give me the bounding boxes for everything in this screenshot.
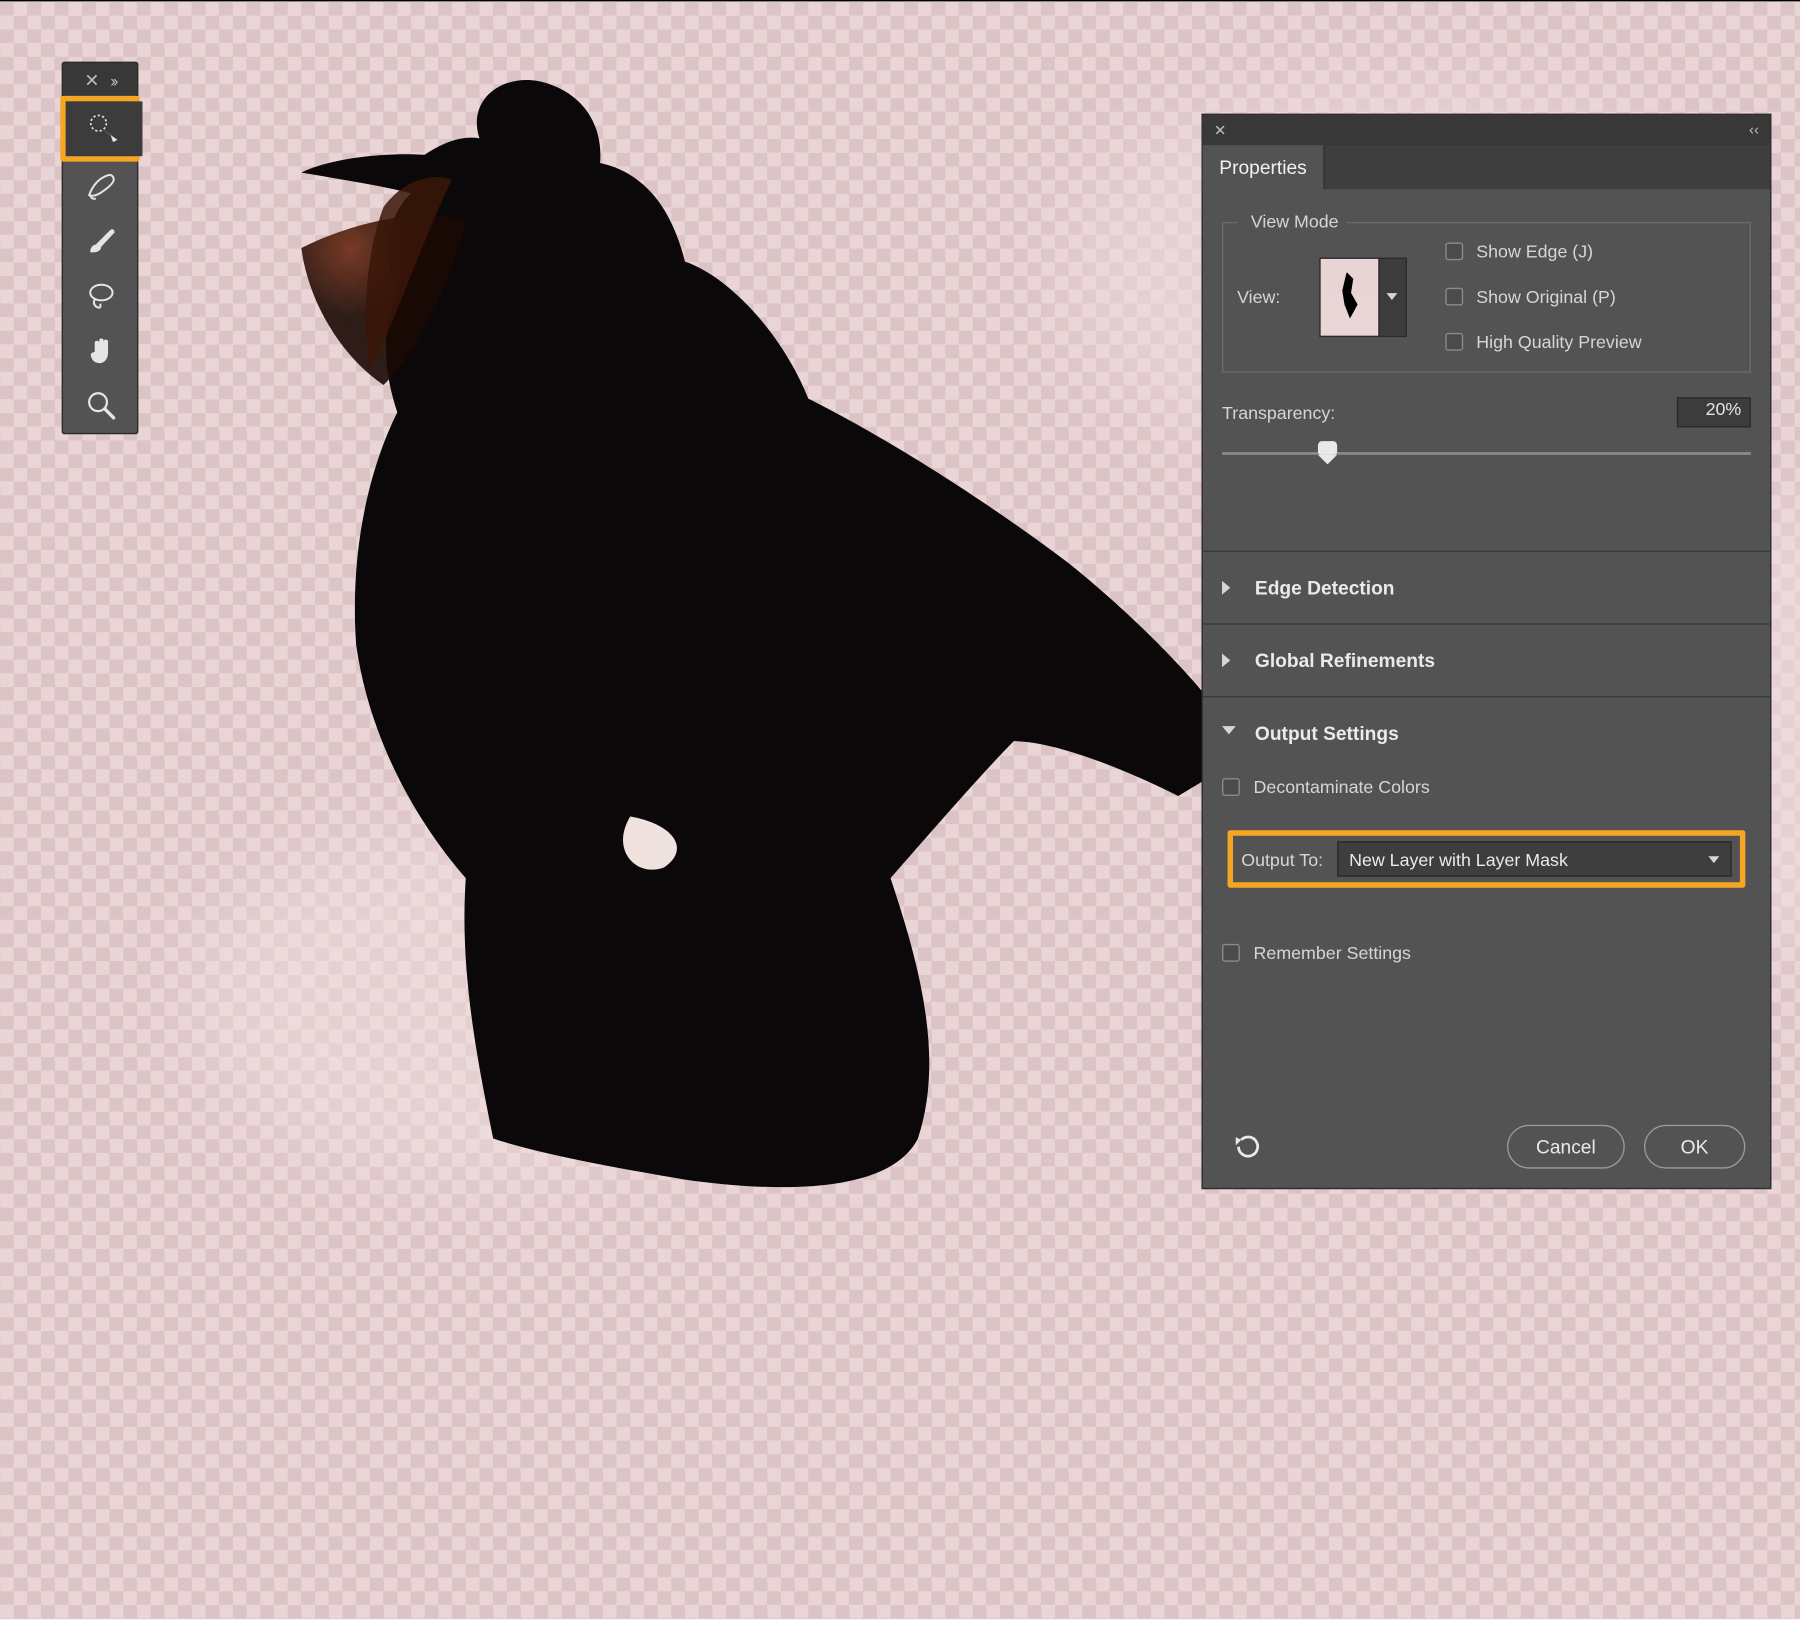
transparency-input[interactable]: 20% [1677, 397, 1751, 427]
edge-detection-section[interactable]: Edge Detection [1203, 552, 1770, 625]
close-icon[interactable]: ✕ [1214, 121, 1227, 139]
reset-icon [1233, 1134, 1263, 1159]
reset-button[interactable] [1228, 1130, 1269, 1163]
hand-icon [84, 333, 120, 369]
chevron-down-icon[interactable] [1378, 258, 1405, 335]
high-quality-preview-checkbox[interactable]: High Quality Preview [1445, 332, 1642, 353]
refine-brush-icon [84, 169, 120, 205]
zoom-tool[interactable] [63, 378, 140, 433]
chevron-right-icon [1222, 581, 1236, 595]
chevron-down-icon [1708, 856, 1719, 863]
cancel-button[interactable]: Cancel [1507, 1125, 1624, 1169]
ok-button[interactable]: OK [1644, 1125, 1746, 1169]
tab-properties[interactable]: Properties [1203, 145, 1325, 189]
brush-icon [84, 223, 120, 259]
refine-edge-brush-tool[interactable] [63, 159, 140, 214]
properties-panel: ✕ ‹‹ Properties View Mode View: [1201, 114, 1771, 1189]
output-to-select[interactable]: New Layer with Layer Mask [1337, 841, 1732, 877]
collapse-icon[interactable]: ‹‹ [1749, 122, 1759, 138]
tools-toolbar: ✕ ›› [62, 62, 139, 435]
show-original-checkbox[interactable]: Show Original (P) [1445, 286, 1642, 307]
lasso-tool[interactable] [63, 269, 140, 324]
hand-tool[interactable] [63, 323, 140, 378]
quick-selection-tool[interactable] [66, 101, 143, 156]
tab-strip [1325, 145, 1771, 189]
view-label: View: [1237, 286, 1280, 307]
brush-tool[interactable] [63, 214, 140, 269]
zoom-icon [84, 388, 120, 424]
chevron-down-icon [1222, 726, 1236, 740]
bottom-strip [0, 1619, 1800, 1644]
view-thumbnail [1320, 258, 1378, 335]
lasso-icon [84, 278, 120, 314]
view-mode-dropdown[interactable] [1319, 257, 1407, 336]
output-to-value: New Layer with Layer Mask [1349, 849, 1568, 870]
close-icon[interactable]: ✕ [84, 70, 99, 92]
expand-icon[interactable]: ›› [110, 71, 115, 90]
transparency-slider[interactable] [1222, 436, 1751, 477]
toolbar-grip[interactable]: ✕ ›› [63, 63, 137, 99]
view-mode-group: View Mode View: Show Edge (J) Show Origi… [1222, 222, 1751, 373]
output-to-label: Output To: [1241, 849, 1323, 870]
remember-settings-checkbox[interactable]: Remember Settings [1222, 943, 1751, 964]
decontaminate-colors-checkbox[interactable]: Decontaminate Colors [1222, 777, 1751, 798]
panel-titlebar[interactable]: ✕ ‹‹ [1203, 115, 1770, 145]
output-settings-section[interactable]: Output Settings [1203, 697, 1770, 768]
quick-selection-icon [86, 111, 122, 147]
show-edge-checkbox[interactable]: Show Edge (J) [1445, 241, 1642, 262]
output-to-highlight: Output To: New Layer with Layer Mask [1228, 830, 1746, 888]
chevron-right-icon [1222, 653, 1236, 667]
view-mode-legend: View Mode [1245, 211, 1344, 232]
subject-silhouette [178, 56, 1247, 1193]
transparency-label: Transparency: [1222, 402, 1335, 423]
global-refinements-section[interactable]: Global Refinements [1203, 625, 1770, 698]
